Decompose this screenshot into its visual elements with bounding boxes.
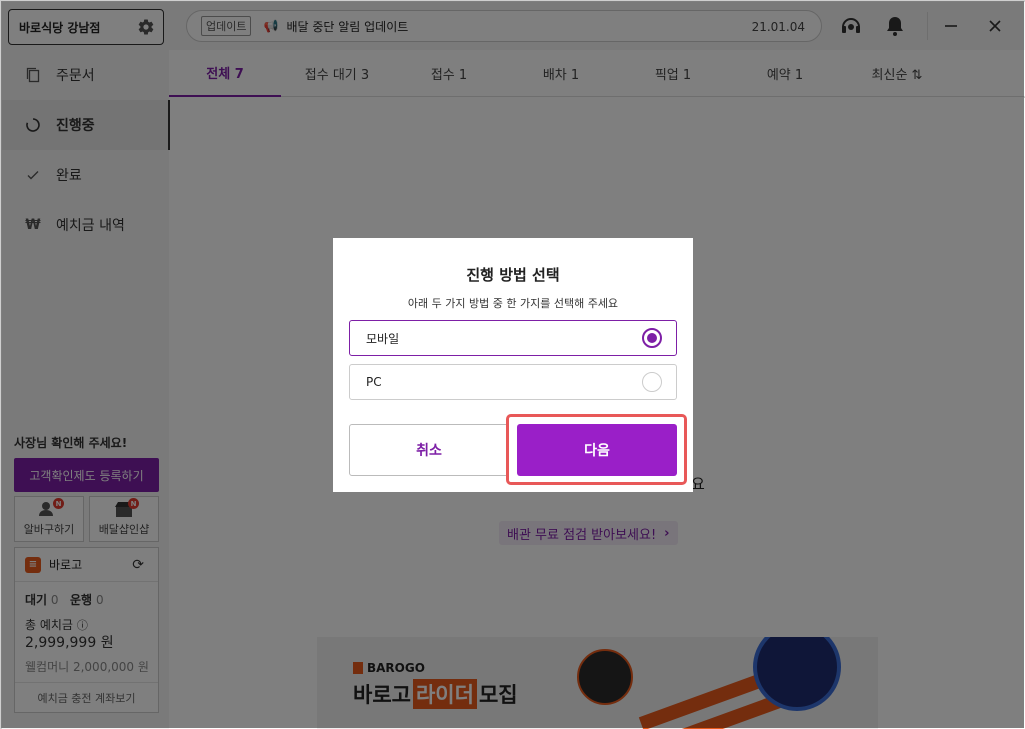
option-mobile[interactable]: 모바일 (349, 320, 677, 356)
option-label: 모바일 (366, 331, 400, 346)
option-pc[interactable]: PC (349, 364, 677, 400)
dialog-title: 진행 방법 선택 (466, 266, 560, 284)
radio-unselected[interactable] (642, 372, 662, 392)
radio-selected[interactable] (642, 328, 662, 348)
cancel-button[interactable]: 취소 (349, 424, 509, 476)
option-label: PC (366, 375, 382, 389)
method-select-dialog: 진행 방법 선택 아래 두 가지 방법 중 한 가지를 선택해 주세요 모바일 … (333, 238, 693, 492)
next-button[interactable]: 다음 (517, 424, 677, 476)
dialog-subtitle: 아래 두 가지 방법 중 한 가지를 선택해 주세요 (407, 297, 619, 310)
